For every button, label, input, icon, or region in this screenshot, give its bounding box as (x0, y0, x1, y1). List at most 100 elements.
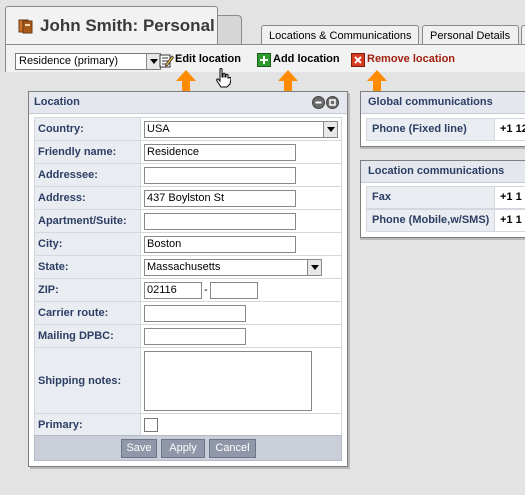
maximize-icon[interactable] (326, 96, 339, 109)
edit-location-link[interactable]: Edit location (159, 53, 249, 69)
carrier-route-field[interactable] (144, 304, 246, 322)
form-row: Country: USA (34, 117, 342, 141)
friendly-name-cell: Residence (140, 140, 342, 164)
mailing-dpbc-cell (140, 324, 342, 348)
location-communications-panel: Location communications Fax +1 1 Phone (… (360, 160, 525, 238)
location-select[interactable]: Residence (primary) (15, 53, 161, 70)
country-select[interactable]: USA (144, 120, 338, 138)
communication-label: Phone (Fixed line) (367, 119, 495, 140)
location-panel-title: Location (34, 96, 80, 108)
country-cell: USA (140, 117, 342, 141)
state-cell: Massachusetts (140, 255, 342, 279)
state-value: Massachusetts (147, 260, 221, 273)
tab-personal-details[interactable]: Personal Details (422, 25, 519, 45)
carrier-route-cell (140, 301, 342, 325)
communication-value: +1 1 (500, 214, 522, 226)
apply-button[interactable]: Apply (161, 439, 205, 458)
primary-label: Primary: (34, 413, 141, 437)
page-header-tab: John Smith: Personal (5, 6, 218, 44)
form-row: Mailing DPBC: (34, 324, 342, 348)
form-row: Address: 437 Boylston St (34, 186, 342, 210)
add-location-label: Add location (273, 53, 340, 65)
global-communications-panel: Global communications Phone (Fixed line)… (360, 91, 525, 147)
remove-location-link[interactable]: Remove location (351, 53, 461, 69)
zip-ext-field[interactable] (209, 281, 258, 299)
location-panel-header: Location (29, 92, 347, 114)
country-value: USA (147, 122, 170, 135)
location-panel: Location Country: USA Friendly name: Res… (28, 91, 348, 467)
form-row: City: Boston (34, 232, 342, 256)
chevron-down-icon[interactable] (146, 54, 160, 69)
form-row: Primary: (34, 413, 342, 437)
form-row: ZIP: 02116 - (34, 278, 342, 302)
add-location-link[interactable]: Add location (257, 53, 345, 69)
form-button-bar: Save Apply Cancel (34, 435, 342, 461)
friendly-name-field[interactable]: Residence (144, 143, 296, 161)
form-row: Apartment/Suite: (34, 209, 342, 233)
communication-value: +1 12 (500, 123, 525, 135)
global-communications-title: Global communications (368, 96, 493, 108)
chevron-down-icon[interactable] (323, 121, 337, 137)
country-label: Country: (34, 117, 141, 141)
hand-cursor-icon (216, 68, 231, 88)
mailing-dpbc-field[interactable] (144, 327, 246, 345)
form-row: Addressee: (34, 163, 342, 187)
tab-locations-communications[interactable]: Locations & Communications (261, 25, 419, 45)
add-icon (257, 53, 271, 70)
address-cell: 437 Boylston St (140, 186, 342, 210)
shipping-notes-textarea[interactable] (144, 350, 312, 411)
city-field[interactable]: Boston (144, 235, 296, 253)
friendly-name-label: Friendly name: (34, 140, 141, 164)
apartment-cell (140, 209, 342, 233)
address-label: Address: (34, 186, 141, 210)
location-communications-title: Location communications (368, 165, 505, 177)
form-row: Shipping notes: (34, 347, 342, 414)
zip-label: ZIP: (34, 278, 141, 302)
address-field[interactable]: 437 Boylston St (144, 189, 296, 207)
form-row: Friendly name: Residence (34, 140, 342, 164)
location-communications-header: Location communications (361, 161, 525, 183)
communication-row[interactable]: Phone (Fixed line) +1 12 (366, 118, 525, 141)
tab-overflow[interactable] (521, 25, 525, 45)
apartment-label: Apartment/Suite: (34, 209, 141, 233)
zip-field[interactable]: 02116 (144, 281, 202, 299)
shipping-notes-cell (140, 347, 342, 414)
zip-cell: 02116 - (140, 278, 342, 302)
location-select-value: Residence (primary) (19, 55, 119, 67)
communication-label: Phone (Mobile,w/SMS) (367, 210, 495, 231)
edit-icon (159, 53, 175, 71)
form-row: Carrier route: (34, 301, 342, 325)
cancel-button[interactable]: Cancel (209, 439, 256, 458)
apartment-field[interactable] (144, 212, 296, 230)
addressee-cell (140, 163, 342, 187)
communication-label: Fax (367, 187, 495, 208)
city-cell: Boston (140, 232, 342, 256)
page-title: John Smith: Personal (40, 16, 215, 35)
chevron-down-icon[interactable] (307, 259, 321, 275)
global-communications-header: Global communications (361, 92, 525, 114)
location-form: Country: USA Friendly name: Residence Ad… (34, 117, 342, 437)
state-select[interactable]: Massachusetts (144, 258, 322, 276)
zip-separator: - (204, 284, 208, 296)
address-book-icon (18, 18, 34, 37)
edit-location-label: Edit location (175, 53, 241, 65)
save-button[interactable]: Save (121, 439, 157, 458)
form-row: State: Massachusetts (34, 255, 342, 279)
minimize-icon[interactable] (312, 96, 325, 109)
communication-row[interactable]: Phone (Mobile,w/SMS) +1 1 (366, 209, 525, 232)
mailing-dpbc-label: Mailing DPBC: (34, 324, 141, 348)
carrier-route-label: Carrier route: (34, 301, 141, 325)
remove-icon (351, 53, 365, 70)
state-label: State: (34, 255, 141, 279)
toolbar: Residence (primary) Edit location Add lo… (5, 44, 525, 72)
communication-value: +1 1 (500, 191, 522, 203)
title-tab-notch (218, 15, 242, 44)
primary-cell (140, 413, 342, 437)
addressee-label: Addressee: (34, 163, 141, 187)
addressee-field[interactable] (144, 166, 296, 184)
primary-checkbox[interactable] (144, 418, 158, 432)
communication-row[interactable]: Fax +1 1 (366, 186, 525, 209)
remove-location-label: Remove location (367, 53, 456, 65)
shipping-notes-label: Shipping notes: (34, 347, 141, 414)
city-label: City: (34, 232, 141, 256)
